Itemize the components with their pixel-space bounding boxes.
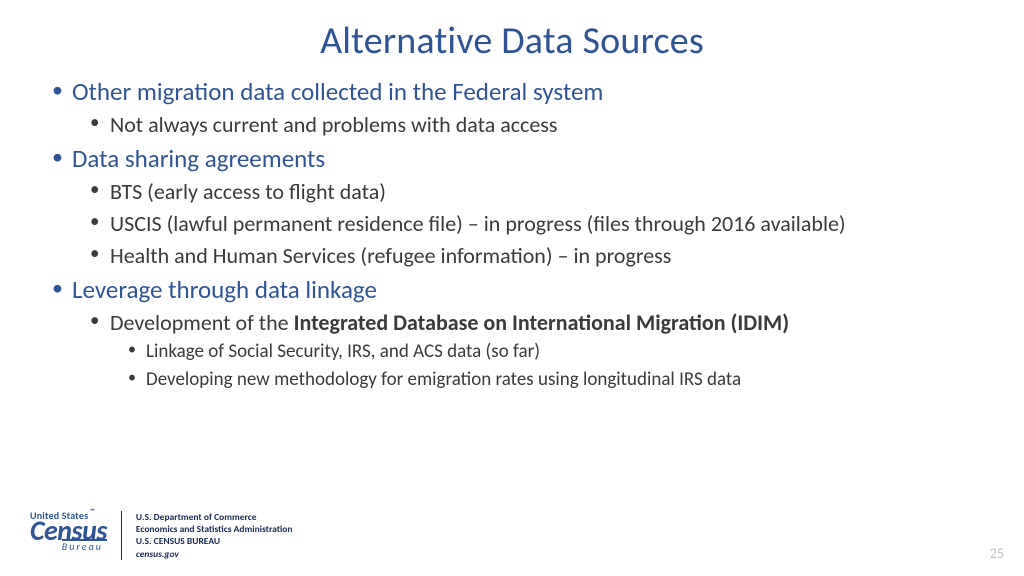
dept-line: Economics and Statistics Administration [136,523,293,535]
bullet-l1: Leverage through data linkage Developmen… [48,274,976,392]
census-logo: United States ™ Census Bureau [30,511,107,560]
bullet-text: Health and Human Services (refugee infor… [110,242,671,269]
bullet-text-bold: Integrated Database on International Mig… [294,309,789,336]
bullet-text: Leverage through data linkage [72,274,377,305]
bullet-l3: Linkage of Social Security, IRS, and ACS… [124,339,976,364]
bullet-l2: Health and Human Services (refugee infor… [86,241,976,270]
bullet-l2: BTS (early access to flight data) [86,177,976,206]
bullet-text: Not always current and problems with dat… [110,111,558,138]
page-number: 25 [990,545,1004,562]
slide-title: Alternative Data Sources [48,18,976,64]
logo-sub: Bureau [62,539,107,551]
bullet-text: Data sharing agreements [72,143,325,174]
slide: Alternative Data Sources Other migration… [0,0,1024,576]
dept-url: census.gov [136,548,293,560]
bullet-list: Other migration data collected in the Fe… [48,76,976,392]
department-block: U.S. Department of Commerce Economics an… [136,511,293,560]
bullet-l1: Other migration data collected in the Fe… [48,76,976,139]
footer-divider [121,511,122,560]
bullet-l2: Not always current and problems with dat… [86,110,976,139]
bullet-text-pre: Development of the [110,309,294,336]
sublist: Development of the Integrated Database o… [72,308,976,392]
bullet-text: Linkage of Social Security, IRS, and ACS… [146,340,540,363]
trademark-icon: ™ [90,509,95,514]
bullet-text: BTS (early access to flight data) [110,178,386,205]
bullet-text: USCIS (lawful permanent residence file) … [110,210,846,237]
bullet-text: Developing new methodology for emigratio… [146,368,741,391]
dept-line: U.S. CENSUS BUREAU [136,535,293,547]
bullet-text: Other migration data collected in the Fe… [72,76,603,107]
footer: United States ™ Census Bureau U.S. Depar… [30,511,293,560]
bullet-l3: Developing new methodology for emigratio… [124,367,976,392]
sublist: Not always current and problems with dat… [72,110,976,139]
dept-line: U.S. Department of Commerce [136,511,293,523]
sublist: BTS (early access to flight data) USCIS … [72,177,976,270]
subsublist: Linkage of Social Security, IRS, and ACS… [110,339,976,392]
bullet-l1: Data sharing agreements BTS (early acces… [48,143,976,270]
bullet-l2: Development of the Integrated Database o… [86,308,976,392]
bullet-l2: USCIS (lawful permanent residence file) … [86,209,976,238]
